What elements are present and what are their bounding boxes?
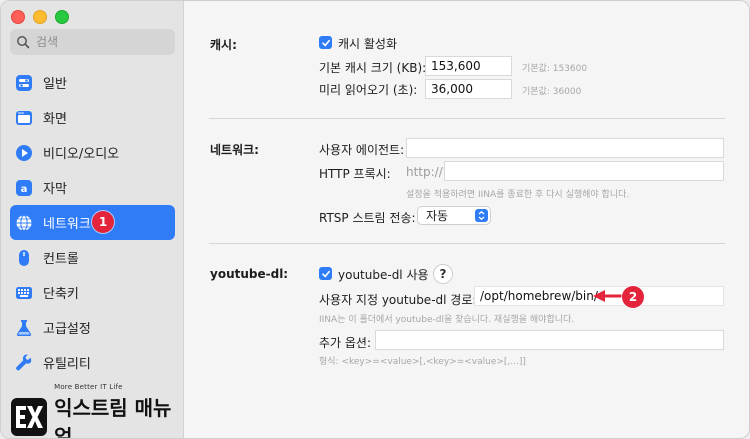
- logo-mark-icon: [11, 397, 48, 436]
- search-input[interactable]: [34, 34, 168, 50]
- ytdl-path-hint: IINA는 이 폴더에서 youtube-dl을 찾습니다. 재실행을 해야합니…: [319, 315, 575, 325]
- cache-size-default: 기본값: 153600: [522, 64, 588, 74]
- logo-brand: 익스트림 매뉴얼: [54, 396, 172, 439]
- cache-size-label: 기본 캐시 크기 (KB):: [319, 61, 427, 75]
- ytdl-options-input[interactable]: [375, 330, 724, 350]
- sidebar-item-label: 자막: [43, 182, 67, 197]
- ytdl-enable-checkbox[interactable]: [319, 267, 332, 280]
- cache-enable-checkbox[interactable]: [319, 36, 332, 49]
- divider: [209, 243, 725, 244]
- flask-icon: [15, 319, 33, 337]
- ytdl-options-hint: 형식: <key>=<value>[,<key>=<value>[,...]]: [319, 357, 526, 367]
- sidebar-item-label: 네트워크: [43, 217, 91, 232]
- step-badge-2: 2: [622, 286, 644, 308]
- readahead-label: 미리 읽어오기 (초):: [319, 83, 418, 97]
- minimize-button[interactable]: [33, 10, 47, 24]
- proxy-prefix: http://: [406, 165, 443, 179]
- watermark-logo: More Better IT Life 익스트림 매뉴얼: [11, 383, 183, 439]
- ytdl-path-label: 사용자 지정 youtube-dl 경로:: [319, 293, 477, 307]
- sidebar-item-label: 고급설정: [43, 322, 91, 337]
- zoom-button[interactable]: [55, 10, 69, 24]
- readahead-default: 기본값: 36000: [522, 87, 582, 97]
- checkmark-icon: [321, 39, 330, 47]
- sidebar-item-control[interactable]: 컨트롤: [10, 240, 175, 275]
- sidebar-item-label: 유틸리티: [43, 357, 91, 372]
- sidebar-item-utilities[interactable]: 유틸리티: [10, 345, 175, 380]
- sidebar-item-display[interactable]: 화면: [10, 100, 175, 135]
- ytdl-section-label: youtube-dl:: [210, 267, 289, 281]
- step-badge-1: 1: [92, 211, 114, 233]
- sidebar-item-general[interactable]: 일반: [10, 65, 175, 100]
- cache-size-input[interactable]: 153,600: [425, 56, 512, 76]
- sidebar-item-label: 단축키: [43, 287, 79, 302]
- preferences-window: 일반 화면 비디오/오디오 a 자막: [0, 0, 750, 439]
- svg-text:a: a: [21, 184, 28, 195]
- logo-tagline: More Better IT Life: [54, 383, 123, 391]
- search-icon: [17, 36, 30, 49]
- play-circle-icon: [15, 144, 33, 162]
- ytdl-enable-label: youtube-dl 사용: [338, 268, 429, 282]
- cache-enable-label: 캐시 활성화: [338, 37, 398, 51]
- user-agent-input[interactable]: [406, 138, 724, 158]
- sidebar-item-label: 컨트롤: [43, 252, 79, 267]
- cache-section-label: 캐시:: [210, 38, 237, 52]
- window-screen-icon: [15, 109, 33, 127]
- checkmark-icon: [321, 270, 330, 278]
- mouse-icon: [15, 249, 33, 267]
- divider: [209, 118, 725, 119]
- help-button[interactable]: ?: [433, 264, 453, 284]
- sidebar-item-network[interactable]: 네트워크 1: [10, 205, 175, 240]
- network-section-label: 네트워크:: [210, 143, 259, 157]
- rtsp-select-value: 자동: [426, 209, 449, 223]
- readahead-input[interactable]: 36,000: [425, 79, 512, 99]
- sidebar-item-subtitles[interactable]: a 자막: [10, 170, 175, 205]
- sidebar-item-keybindings[interactable]: 단축키: [10, 275, 175, 310]
- rtsp-label: RTSP 스트림 전송:: [319, 211, 416, 225]
- user-agent-label: 사용자 에이전트:: [319, 143, 405, 157]
- rtsp-select[interactable]: 자동: [417, 206, 491, 225]
- close-button[interactable]: [11, 10, 25, 24]
- sidebar-item-video-audio[interactable]: 비디오/오디오: [10, 135, 175, 170]
- keyboard-icon: [15, 284, 33, 302]
- select-stepper-icon: [475, 209, 488, 222]
- sidebar-item-label: 일반: [43, 77, 67, 92]
- proxy-label: HTTP 프록시:: [319, 167, 391, 181]
- window-controls: [11, 10, 69, 24]
- proxy-input[interactable]: [444, 161, 724, 181]
- wrench-icon: [15, 354, 33, 372]
- sidebar-nav: 일반 화면 비디오/오디오 a 자막 네트워크 1 컨트롤 단축키 고급설정 유…: [10, 65, 175, 380]
- ytdl-options-label: 추가 옵션:: [319, 336, 372, 350]
- proxy-hint: 설정을 적용하려면 IINA를 종료한 후 다시 실행해야 합니다.: [406, 190, 630, 200]
- sidebar-item-label: 화면: [43, 112, 67, 127]
- sidebar-item-label: 비디오/오디오: [43, 147, 120, 162]
- sidebar: 일반 화면 비디오/오디오 a 자막: [1, 1, 184, 439]
- sidebar-item-advanced[interactable]: 고급설정: [10, 310, 175, 345]
- globe-icon: [15, 214, 33, 232]
- toggle-switches-icon: [15, 74, 33, 92]
- sidebar-search[interactable]: [10, 29, 175, 55]
- subtitle-icon: a: [15, 179, 33, 197]
